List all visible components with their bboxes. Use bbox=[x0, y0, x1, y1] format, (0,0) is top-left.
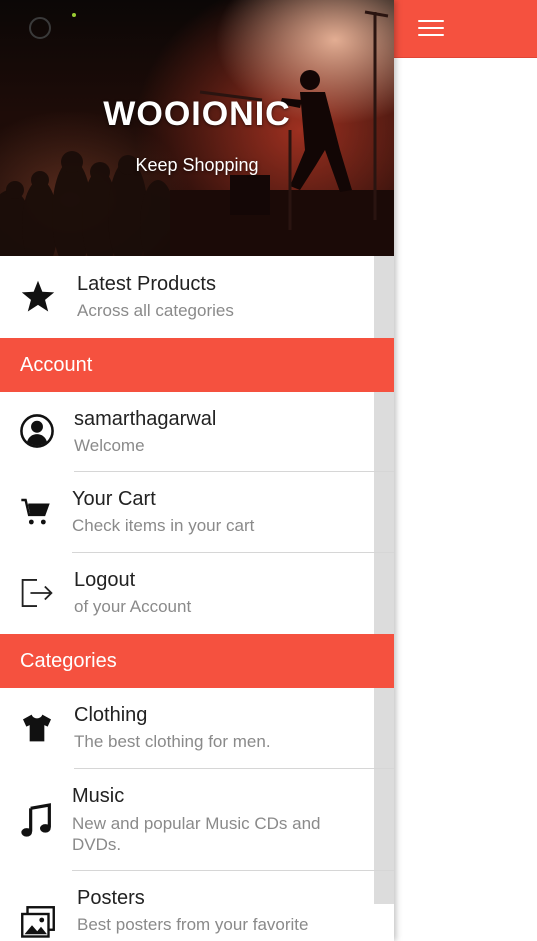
user-welcome: Welcome bbox=[74, 436, 145, 455]
menu-item-title: Posters bbox=[77, 887, 145, 909]
music-note-icon bbox=[20, 803, 52, 844]
menu-item-subtitle: of your Account bbox=[74, 597, 192, 616]
menu-item-clothing[interactable]: Clothing The best clothing for men. bbox=[0, 688, 394, 769]
menu-item-user[interactable]: samarthagarwal Welcome bbox=[0, 392, 394, 472]
menu-item-music[interactable]: Music New and popular Music CDs and DVDs… bbox=[0, 769, 394, 871]
menu-item-title: Clothing bbox=[74, 704, 148, 726]
menu-item-subtitle: The best clothing for men. bbox=[74, 732, 271, 751]
main-content bbox=[394, 0, 537, 941]
menu-item-subtitle: Check items in your cart bbox=[72, 516, 255, 535]
user-avatar-icon bbox=[20, 414, 54, 453]
cart-icon bbox=[20, 496, 52, 533]
brand-tagline: Keep Shopping bbox=[135, 155, 259, 175]
star-icon bbox=[20, 278, 56, 319]
hero-banner: WOOIONIC Keep Shopping bbox=[0, 0, 394, 256]
menu-item-latest-products[interactable]: Latest Products Across all categories bbox=[0, 256, 374, 338]
section-header-account: Account bbox=[0, 338, 394, 392]
menu-item-title: Logout bbox=[74, 569, 136, 591]
images-icon bbox=[20, 905, 56, 941]
brand-title: WOOIONIC bbox=[103, 95, 291, 133]
tshirt-icon bbox=[20, 712, 54, 749]
menu-item-title: Your Cart bbox=[72, 488, 156, 510]
menu-item-subtitle: New and popular Music CDs and DVDs. bbox=[72, 814, 321, 854]
logout-icon bbox=[20, 577, 54, 614]
menu-item-subtitle: Best posters from your favorite bbox=[77, 915, 309, 934]
menu-item-cart[interactable]: Your Cart Check items in your cart bbox=[0, 472, 394, 553]
side-menu: WOOIONIC Keep Shopping Latest Products A… bbox=[0, 0, 394, 941]
menu-item-posters[interactable]: Posters Best posters from your favorite bbox=[0, 871, 374, 941]
section-header-categories: Categories bbox=[0, 634, 394, 688]
menu-list: Latest Products Across all categories Ac… bbox=[0, 256, 394, 941]
main-toolbar bbox=[394, 0, 537, 58]
menu-item-title: Music bbox=[72, 785, 125, 807]
hamburger-menu-icon[interactable] bbox=[416, 16, 448, 40]
menu-item-title: Latest Products bbox=[77, 273, 216, 295]
menu-item-subtitle: Across all categories bbox=[77, 301, 234, 320]
user-name: samarthagarwal bbox=[74, 408, 217, 430]
menu-item-logout[interactable]: Logout of your Account bbox=[0, 553, 374, 634]
